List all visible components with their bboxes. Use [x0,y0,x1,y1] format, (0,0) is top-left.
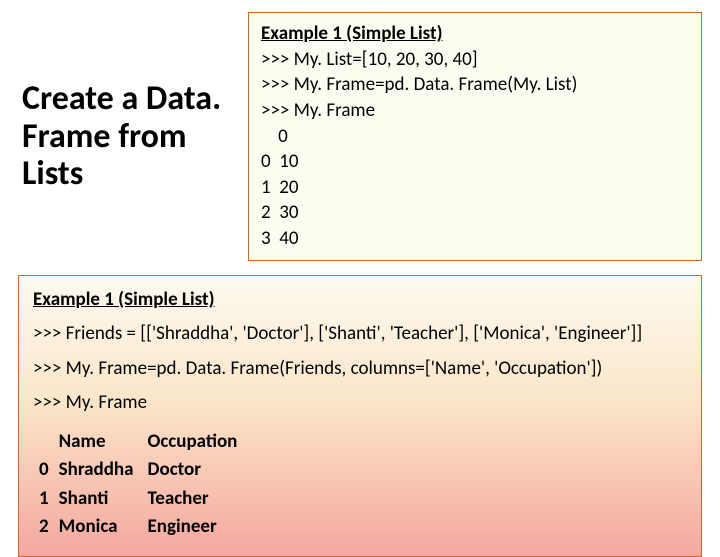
example-1-top: Example 1 (Simple List) >>> My. List=[10… [248,12,702,261]
example-top-line: 0 [261,124,689,150]
table-cell: Doctor [148,456,252,485]
table-cell: Shanti [59,485,148,514]
table-header-cell: Name [59,428,148,457]
slide-title-box: Create a Data. Frame from Lists [18,12,236,261]
table-row: 0 Shraddha Doctor [39,456,251,485]
table-cell: Shraddha [59,456,148,485]
table-header-cell: Occupation [148,428,252,457]
example-bottom-heading: Example 1 (Simple List) [33,286,687,315]
example-top-heading: Example 1 (Simple List) [261,21,689,47]
slide-title: Create a Data. Frame from Lists [22,80,232,192]
example-1-bottom: Example 1 (Simple List) >>> Friends = [[… [18,275,702,557]
example-top-line: 2 30 [261,200,689,226]
example-top-line: 1 20 [261,175,689,201]
example-top-line: 0 10 [261,149,689,175]
table-cell: 2 [39,513,59,542]
example-bottom-line: >>> My. Frame [33,389,687,418]
table-row: 2 Monica Engineer [39,513,251,542]
example-top-line: >>> My. List=[10, 20, 30, 40] [261,47,689,73]
table-cell: Teacher [148,485,252,514]
table-cell: Engineer [148,513,252,542]
example-bottom-line: >>> My. Frame=pd. Data. Frame(Friends, c… [33,355,687,384]
example-top-line: >>> My. Frame [261,98,689,124]
example-top-line: >>> My. Frame=pd. Data. Frame(My. List) [261,72,689,98]
table-cell: Monica [59,513,148,542]
table-cell: 0 [39,456,59,485]
table-header-row: Name Occupation [39,428,251,457]
table-row: 1 Shanti Teacher [39,485,251,514]
table-header-cell [39,428,59,457]
example-top-line: 3 40 [261,226,689,252]
output-table: Name Occupation 0 Shraddha Doctor 1 Shan… [33,428,687,542]
table-cell: 1 [39,485,59,514]
example-bottom-line: >>> Friends = [['Shraddha', 'Doctor'], [… [33,320,687,349]
